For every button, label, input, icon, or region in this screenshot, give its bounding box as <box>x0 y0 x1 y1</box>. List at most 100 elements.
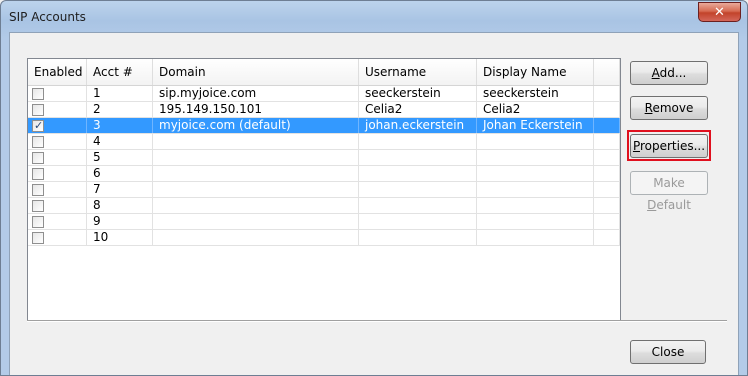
display-name-cell <box>477 150 594 165</box>
make-default-accesskey: D <box>647 198 657 212</box>
remove-button-label: emove <box>652 101 694 115</box>
close-button[interactable]: Close <box>630 340 706 364</box>
filler-cell <box>594 118 620 133</box>
display-name-cell: Johan Eckerstein <box>477 118 594 133</box>
table-row[interactable]: 5 <box>28 150 620 166</box>
filler-cell <box>594 150 620 165</box>
column-header-username[interactable]: Username <box>359 59 477 85</box>
enabled-checkbox[interactable] <box>32 104 44 116</box>
title-bar[interactable]: SIP Accounts ✕ <box>1 1 747 33</box>
filler-cell <box>594 166 620 181</box>
enabled-cell <box>28 134 87 149</box>
username-cell <box>359 166 477 181</box>
column-header-domain[interactable]: Domain <box>153 59 359 85</box>
acct-cell: 10 <box>87 230 153 245</box>
enabled-cell <box>28 86 87 101</box>
window-title: SIP Accounts <box>9 10 86 24</box>
table-row[interactable]: 4 <box>28 134 620 150</box>
username-cell <box>359 198 477 213</box>
enabled-cell <box>28 182 87 197</box>
domain-cell: sip.myjoice.com <box>153 86 359 101</box>
acct-cell: 6 <box>87 166 153 181</box>
enabled-checkbox[interactable] <box>32 88 44 100</box>
window-close-button[interactable]: ✕ <box>698 2 741 22</box>
username-cell <box>359 150 477 165</box>
acct-cell: 2 <box>87 102 153 117</box>
domain-cell <box>153 198 359 213</box>
table-row[interactable]: 2 195.149.150.101 Celia2 Celia2 <box>28 102 620 118</box>
accounts-list[interactable]: Enabled Acct # Domain Username Display N… <box>27 58 621 322</box>
sip-accounts-window: SIP Accounts ✕ Enabled Acct # Domain Use… <box>0 0 748 376</box>
acct-cell: 7 <box>87 182 153 197</box>
make-default-button[interactable]: Make Default <box>630 171 708 212</box>
enabled-cell: ✓ <box>28 118 87 133</box>
domain-cell <box>153 134 359 149</box>
enabled-checkbox[interactable] <box>32 200 44 212</box>
display-name-cell: Celia2 <box>477 102 594 117</box>
domain-cell: 195.149.150.101 <box>153 102 359 117</box>
properties-button[interactable]: Properties... <box>630 134 708 158</box>
acct-cell: 5 <box>87 150 153 165</box>
display-name-cell <box>477 134 594 149</box>
table-row[interactable]: 9 <box>28 214 620 230</box>
enabled-checkbox[interactable] <box>32 184 44 196</box>
filler-cell <box>594 102 620 117</box>
filler-cell <box>594 230 620 245</box>
table-row[interactable]: 1 sip.myjoice.com seeckerstein seeckerstein <box>28 86 620 102</box>
display-name-cell <box>477 214 594 229</box>
enabled-cell <box>28 166 87 181</box>
table-row[interactable]: 7 <box>28 182 620 198</box>
enabled-cell <box>28 198 87 213</box>
table-row[interactable]: 8 <box>28 198 620 214</box>
add-button[interactable]: Add... <box>630 61 708 85</box>
filler-cell <box>594 214 620 229</box>
make-default-label-pre: Make <box>653 176 685 190</box>
enabled-cell <box>28 230 87 245</box>
enabled-checkbox[interactable] <box>32 232 44 244</box>
username-cell <box>359 214 477 229</box>
dialog-client-area: Enabled Acct # Domain Username Display N… <box>9 32 739 375</box>
properties-button-accesskey: P <box>632 139 640 153</box>
enabled-checkbox[interactable] <box>32 168 44 180</box>
list-rows: 1 sip.myjoice.com seeckerstein seeckerstein… <box>28 86 620 246</box>
domain-cell: myjoice.com (default) <box>153 118 359 133</box>
enabled-checkbox[interactable] <box>32 152 44 164</box>
acct-cell: 3 <box>87 118 153 133</box>
display-name-cell: seeckerstein <box>477 86 594 101</box>
display-name-cell <box>477 182 594 197</box>
enabled-cell <box>28 214 87 229</box>
column-header-display-name[interactable]: Display Name <box>477 59 594 85</box>
column-header-acct[interactable]: Acct # <box>87 59 153 85</box>
add-button-accesskey: A <box>651 66 660 80</box>
column-header-filler <box>594 59 620 85</box>
separator-line <box>27 320 727 322</box>
enabled-cell <box>28 150 87 165</box>
enabled-checkbox[interactable]: ✓ <box>32 119 44 132</box>
enabled-checkbox[interactable] <box>32 216 44 228</box>
table-row[interactable]: 10 <box>28 230 620 246</box>
acct-cell: 4 <box>87 134 153 149</box>
username-cell <box>359 230 477 245</box>
domain-cell <box>153 166 359 181</box>
filler-cell <box>594 198 620 213</box>
properties-button-label: roperties... <box>639 139 706 153</box>
table-row[interactable]: ✓ 3 myjoice.com (default) johan.eckerstein J… <box>28 118 620 134</box>
filler-cell <box>594 182 620 197</box>
display-name-cell <box>477 198 594 213</box>
enabled-checkbox[interactable] <box>32 136 44 148</box>
remove-button[interactable]: Remove <box>630 96 708 120</box>
username-cell: johan.eckerstein <box>359 118 477 133</box>
add-button-label: dd... <box>659 66 687 80</box>
acct-cell: 9 <box>87 214 153 229</box>
check-icon: ✓ <box>34 119 44 132</box>
username-cell: seeckerstein <box>359 86 477 101</box>
display-name-cell <box>477 230 594 245</box>
domain-cell <box>153 182 359 197</box>
domain-cell <box>153 230 359 245</box>
domain-cell <box>153 150 359 165</box>
column-header-enabled[interactable]: Enabled <box>28 59 87 85</box>
table-row[interactable]: 6 <box>28 166 620 182</box>
display-name-cell <box>477 166 594 181</box>
acct-cell: 1 <box>87 86 153 101</box>
filler-cell <box>594 86 620 101</box>
